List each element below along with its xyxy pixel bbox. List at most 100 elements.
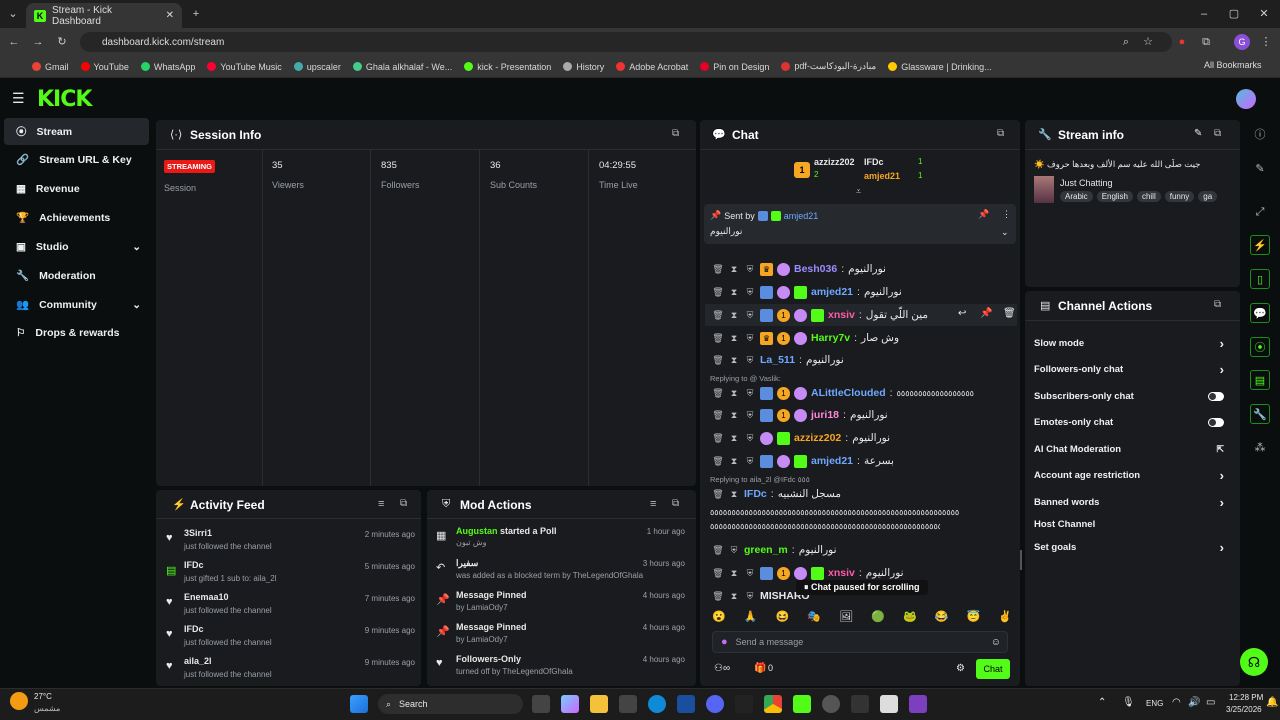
chat-message[interactable]: 🗑 ⧗ ⛨ 1 xnsiv: مين اللّي تقول (712, 305, 928, 325)
sidebar-item-stream-url-key[interactable]: 🔗 Stream URL & Key (4, 146, 149, 173)
bookmark-item[interactable]: kick - Presentation (464, 62, 551, 72)
channel-action-set-goals[interactable]: Set goals › (1034, 535, 1224, 559)
app-icon[interactable] (909, 695, 927, 713)
tag[interactable]: funny (1164, 191, 1195, 202)
sidebar-item-community[interactable]: 👥 Community ⌄ (4, 291, 149, 318)
popout-icon[interactable]: ⧉ (997, 128, 1004, 139)
nodes-icon[interactable]: ⁂ (1250, 437, 1270, 457)
quick-action-card-icon[interactable]: ▯ (1250, 269, 1270, 289)
unpin-icon[interactable]: 📌 (978, 209, 989, 220)
channel-action-banned-words[interactable]: Banned words › (1034, 490, 1224, 514)
microphone-icon[interactable]: 🎙 (1122, 697, 1135, 708)
settings-icon[interactable] (851, 695, 869, 713)
chat-message[interactable]: 🗑 ⧗ ⛨ ♛ Besh036: نورالنيوم (712, 259, 886, 279)
bookmark-item[interactable]: Glassware | Drinking... (888, 62, 992, 72)
channel-action-ai-moderation[interactable]: AI Chat Moderation ⇱ (1034, 437, 1224, 461)
copilot-icon[interactable] (561, 695, 579, 713)
app-icon[interactable] (677, 695, 695, 713)
all-bookmarks[interactable]: All Bookmarks (1204, 60, 1262, 70)
bookmark-item[interactable]: Ghala alkhalaf - We... (352, 62, 452, 72)
popout-icon[interactable]: ⧉ (400, 498, 407, 509)
hamburger-menu-icon[interactable]: ☰ (12, 90, 25, 107)
channel-action-emotes-only[interactable]: Emotes-only chat (1034, 410, 1224, 434)
delete-icon[interactable]: 🗑 (1003, 308, 1016, 319)
bookmark-item[interactable]: Gmail (32, 62, 69, 72)
emote-icon[interactable]: 😂 (935, 610, 949, 626)
chat-message[interactable]: 🗑 ⛨ green_m: نورالنيوم (712, 540, 836, 560)
top-gifter-name[interactable]: IFDc (864, 157, 884, 167)
bookmark-item[interactable]: YouTube Music (207, 62, 282, 72)
chat-message[interactable]: 🗑 ⧗ ⛨ MISHARO (712, 586, 809, 606)
sidebar-item-achievements[interactable]: 🏆 Achievements (4, 204, 149, 231)
weather-icon[interactable] (10, 692, 28, 710)
bookmark-item[interactable]: YouTube (80, 62, 129, 72)
zoom-icon[interactable]: ⌕ (1116, 32, 1136, 52)
close-window-icon[interactable]: ✕ (1254, 4, 1274, 24)
top-gifter-name[interactable]: azzizz202 (814, 157, 855, 167)
send-chat-button[interactable]: Chat (976, 659, 1010, 679)
edit-icon[interactable]: ✎ (1194, 128, 1202, 139)
kick-app-icon[interactable] (793, 695, 811, 713)
clock-date[interactable]: 3/25/2026 (1226, 705, 1262, 714)
emote-icon[interactable]: 🙏 (744, 610, 758, 626)
bookmark-item[interactable]: Adobe Acrobat (616, 62, 688, 72)
emote-icon[interactable]: 🎭 (807, 610, 821, 626)
edge-icon[interactable] (648, 695, 666, 713)
gift-icon[interactable]: 🎁 (754, 663, 766, 674)
kick-logo[interactable]: KICK (37, 87, 92, 112)
users-icon[interactable]: ⚇∞ (714, 663, 730, 674)
category-name[interactable]: Just Chatting (1060, 178, 1113, 188)
quick-action-broadcast-icon[interactable]: ⦿ (1250, 337, 1270, 357)
new-tab-icon[interactable]: + (186, 4, 206, 24)
chat-input[interactable]: ● Send a message ☺ (712, 631, 1008, 653)
sidebar-item-studio[interactable]: ▣ Studio ⌄ (4, 233, 149, 260)
channel-action-host-channel[interactable]: Host Channel (1034, 512, 1224, 536)
emote-icon[interactable]: 😆 (776, 610, 790, 626)
emoji-icon[interactable]: ☺ (991, 637, 1001, 648)
info-icon[interactable]: ⓘ (1250, 124, 1270, 144)
language-indicator[interactable]: ENG (1146, 699, 1163, 708)
expand-icon[interactable]: ⤢ (1250, 202, 1270, 222)
sidebar-item-revenue[interactable]: ▦ Revenue (4, 175, 149, 202)
top-gifter-name[interactable]: amjed21 (864, 171, 900, 181)
tag[interactable]: Arabic (1060, 191, 1093, 202)
emote-icon[interactable]: 😮 (712, 610, 726, 626)
minimize-icon[interactable]: – (1194, 4, 1214, 24)
notepad-icon[interactable] (880, 695, 898, 713)
channel-action-subscribers-only[interactable]: Subscribers-only chat (1034, 384, 1224, 408)
chevron-down-icon[interactable]: ⌄ (1001, 227, 1009, 238)
wifi-icon[interactable]: ◠ (1172, 697, 1181, 708)
quick-action-wrench-icon[interactable]: 🔧 (1250, 404, 1270, 424)
quick-action-list-icon[interactable]: ▤ (1250, 370, 1270, 390)
tray-chevron-icon[interactable]: ⌃ (1098, 697, 1106, 708)
capcut-icon[interactable] (735, 695, 753, 713)
emote-icon[interactable]: 🟢 (871, 610, 885, 626)
reply-icon[interactable]: ↩ (958, 308, 966, 319)
forward-icon[interactable]: → (28, 32, 48, 52)
tag[interactable]: English (1096, 191, 1133, 202)
popout-icon[interactable]: ⧉ (672, 498, 679, 509)
close-tab-icon[interactable]: ✕ (166, 10, 174, 21)
chat-message[interactable]: 🗑 ⧗ ⛨ 1 ALittleClouded:٥٥٥٥٥٥٥٥٥٥٥٥٥٥٥٥٥٥ (712, 383, 974, 403)
support-headset-icon[interactable]: ☊ (1240, 648, 1268, 676)
app-icon[interactable] (822, 695, 840, 713)
bookmark-item[interactable]: Pin on Design (700, 62, 769, 72)
channel-action-followers-only[interactable]: Followers-only chat › (1034, 357, 1224, 381)
browser-menu-icon[interactable]: ⋮ (1256, 32, 1276, 52)
settings-gear-icon[interactable]: ⚙ (956, 663, 965, 674)
popout-icon[interactable]: ⧉ (672, 128, 679, 139)
profile-avatar[interactable]: G (1234, 34, 1250, 50)
bookmark-item[interactable]: History (563, 62, 604, 72)
bookmark-item[interactable]: WhatsApp (140, 62, 195, 72)
chat-message[interactable]: 🗑 ⧗ ⛨ La_511: نورالنيوم (712, 350, 843, 370)
chat-message[interactable]: 🗑 ⧗ ⛨ ♛ 1 Harry7v: وش صار (712, 328, 899, 348)
filter-icon[interactable]: ≡ (650, 498, 656, 510)
chat-message[interactable]: 🗑 ⧗ ⛨ amjed21: بسرعة (712, 451, 894, 471)
file-explorer-icon[interactable] (590, 695, 608, 713)
bookmark-star-icon[interactable]: ☆ (1138, 32, 1158, 52)
channel-action-slow-mode[interactable]: Slow mode › (1034, 331, 1224, 355)
emote-icon[interactable]: 🖼 (839, 610, 853, 626)
more-icon[interactable]: ⋮ (1002, 209, 1011, 220)
sidebar-item-stream[interactable]: ⦿ Stream (4, 118, 149, 145)
chat-message[interactable]: 🗑 ⧗ ⛨ amjed21: نورالنيوم (712, 282, 902, 302)
